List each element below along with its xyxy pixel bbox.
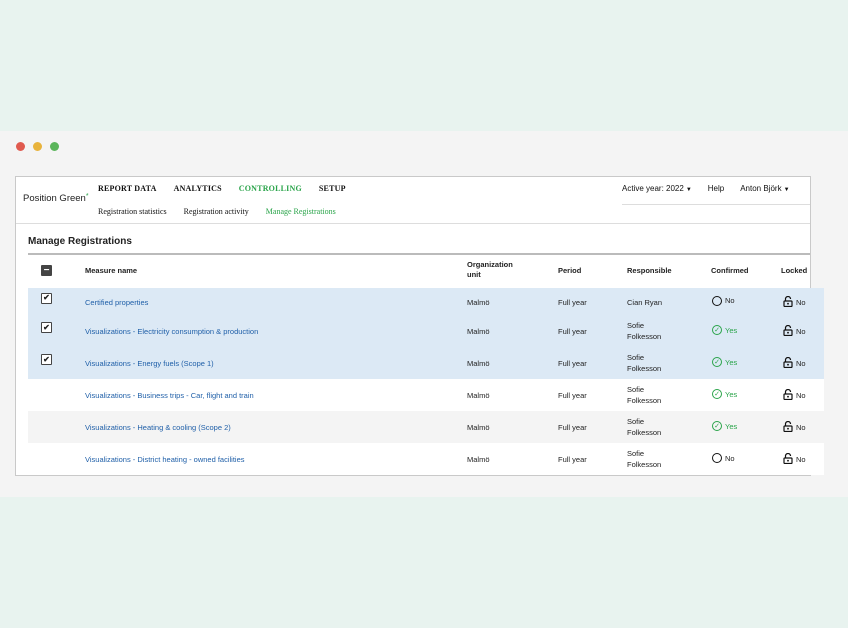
confirmed-status: ✓ Yes xyxy=(712,389,737,399)
measure-name-link[interactable]: Visualizations - Electricity consumption… xyxy=(85,326,258,337)
measure-name-link[interactable]: Visualizations - Heating & cooling (Scop… xyxy=(85,422,231,433)
check-circle-icon: ✓ xyxy=(712,357,722,367)
nav-setup[interactable]: SETUP xyxy=(319,184,346,193)
unlock-icon xyxy=(783,295,793,309)
confirmed-status: No xyxy=(712,453,735,463)
period: Full year xyxy=(558,455,587,464)
responsible: Sofie Folkesson xyxy=(627,321,662,341)
right-nav: Active year: 2022 ▼ Help Anton Björk ▼ xyxy=(622,184,810,205)
header-organization-unit[interactable]: Organization unit xyxy=(467,260,513,280)
responsible: Sofie Folkesson xyxy=(627,353,662,373)
table-row[interactable]: Visualizations - Heating & cooling (Scop… xyxy=(28,411,824,443)
select-all-checkbox[interactable]: − xyxy=(41,265,52,276)
row-checkbox[interactable]: ✔ xyxy=(41,322,52,333)
header-divider xyxy=(16,223,810,224)
sub-nav: Registration statistics Registration act… xyxy=(98,207,336,216)
locked-status[interactable]: No xyxy=(783,324,806,338)
app-frame: Position Green* REPORT DATA ANALYTICS CO… xyxy=(15,176,824,476)
header-locked[interactable]: Locked xyxy=(781,266,807,276)
chevron-down-icon: ▼ xyxy=(685,187,692,193)
table-row[interactable]: ✔ Certified properties Malmö Full year Cian … xyxy=(28,288,824,315)
active-year-dropdown[interactable]: Active year: 2022 ▼ xyxy=(622,184,692,193)
top-navigation: Position Green* REPORT DATA ANALYTICS CO… xyxy=(16,177,810,223)
subnav-manage-registrations[interactable]: Manage Registrations xyxy=(266,207,336,216)
unlock-icon xyxy=(783,324,793,338)
confirmed-status: ✓ Yes xyxy=(712,421,737,431)
table-row[interactable]: Visualizations - District heating - owne… xyxy=(28,443,824,475)
measure-name-link[interactable]: Visualizations - District heating - owne… xyxy=(85,454,245,465)
empty-circle-icon xyxy=(712,295,722,306)
row-checkbox[interactable]: ✔ xyxy=(41,354,52,365)
nav-report-data[interactable]: REPORT DATA xyxy=(98,184,157,193)
table-top-border xyxy=(28,253,810,255)
period: Full year xyxy=(558,423,587,432)
row-checkbox[interactable]: ✔ xyxy=(41,292,52,304)
unlock-icon xyxy=(783,452,793,466)
confirmed-status: No xyxy=(712,295,735,306)
responsible: Cian Ryan xyxy=(627,297,663,307)
organization-unit: Malmö xyxy=(467,359,490,368)
subnav-registration-statistics[interactable]: Registration statistics xyxy=(98,207,167,216)
period: Full year xyxy=(558,297,587,307)
locked-status[interactable]: No xyxy=(783,356,806,370)
subnav-registration-activity[interactable]: Registration activity xyxy=(184,207,249,216)
nav-analytics[interactable]: ANALYTICS xyxy=(174,184,222,193)
main-nav: REPORT DATA ANALYTICS CONTROLLING SETUP xyxy=(98,184,346,193)
measure-name-link[interactable]: Visualizations - Business trips - Car, f… xyxy=(85,390,254,401)
responsible: Sofie Folkesson xyxy=(627,417,662,437)
window-titlebar xyxy=(0,131,848,161)
organization-unit: Malmö xyxy=(467,327,490,336)
organization-unit: Malmö xyxy=(467,455,490,464)
maximize-dot[interactable] xyxy=(50,141,59,151)
period: Full year xyxy=(558,359,587,368)
table-row[interactable]: ✔ Visualizations - Electricity consumptio… xyxy=(28,315,824,347)
header-period[interactable]: Period xyxy=(558,266,581,276)
empty-circle-icon xyxy=(712,453,722,463)
organization-unit: Malmö xyxy=(467,391,490,400)
locked-status[interactable]: No xyxy=(783,295,806,309)
check-circle-icon: ✓ xyxy=(712,325,722,335)
table-row[interactable]: Visualizations - Business trips - Car, f… xyxy=(28,379,824,411)
responsible: Sofie Folkesson xyxy=(627,385,662,405)
check-circle-icon: ✓ xyxy=(712,389,722,399)
locked-status[interactable]: No xyxy=(783,452,806,466)
help-link[interactable]: Help xyxy=(708,184,724,193)
minimize-dot[interactable] xyxy=(33,141,42,151)
chevron-down-icon: ▼ xyxy=(783,187,790,193)
nav-controlling[interactable]: CONTROLLING xyxy=(239,184,302,193)
logo-mark: * xyxy=(85,193,89,200)
table-row[interactable]: ✔ Visualizations - Energy fuels (Scope 1)… xyxy=(28,347,824,379)
close-dot[interactable] xyxy=(16,141,25,151)
confirmed-status: ✓ Yes xyxy=(712,325,737,335)
browser-window: Position Green* REPORT DATA ANALYTICS CO… xyxy=(0,131,848,497)
header-responsible[interactable]: Responsible xyxy=(627,266,672,276)
header-confirmed[interactable]: Confirmed xyxy=(711,266,749,276)
check-circle-icon: ✓ xyxy=(712,421,722,431)
responsible: Sofie Folkesson xyxy=(627,449,662,469)
table-header-row: − Measure name Organization unit Period … xyxy=(28,257,824,285)
page-title: Manage Registrations xyxy=(28,236,132,247)
measure-name-link[interactable]: Visualizations - Energy fuels (Scope 1) xyxy=(85,358,214,369)
period: Full year xyxy=(558,327,587,336)
locked-status[interactable]: No xyxy=(783,388,806,402)
unlock-icon xyxy=(783,388,793,402)
locked-status[interactable]: No xyxy=(783,420,806,434)
user-menu[interactable]: Anton Björk ▼ xyxy=(740,184,789,193)
organization-unit: Malmö xyxy=(467,297,490,307)
period: Full year xyxy=(558,391,587,400)
unlock-icon xyxy=(783,420,793,434)
position-green-logo[interactable]: Position Green* xyxy=(23,193,89,204)
confirmed-status: ✓ Yes xyxy=(712,357,737,367)
unlock-icon xyxy=(783,356,793,370)
measure-name-link[interactable]: Certified properties xyxy=(85,297,148,308)
organization-unit: Malmö xyxy=(467,423,490,432)
header-measure-name[interactable]: Measure name xyxy=(85,266,137,276)
